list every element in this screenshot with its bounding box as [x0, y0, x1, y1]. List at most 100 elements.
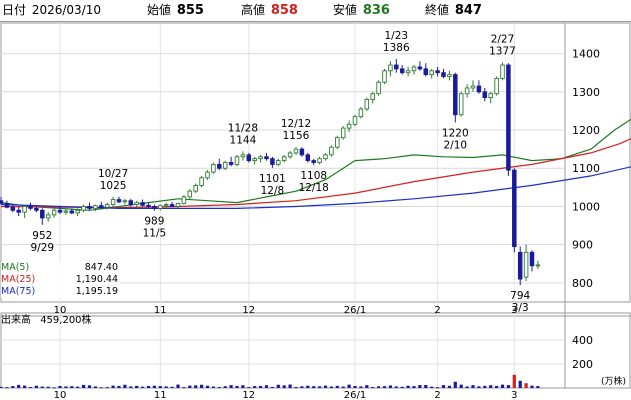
volume-bar: [294, 387, 298, 389]
volume-bar: [170, 386, 174, 388]
volume-bar: [388, 385, 392, 388]
candle-up: [276, 160, 281, 165]
candle-down: [228, 162, 234, 165]
volume-label: 出来高: [1, 315, 31, 326]
candle-down: [10, 206, 16, 211]
volume-bar: [394, 386, 398, 388]
candle-up: [93, 205, 98, 209]
candle-up: [488, 93, 493, 98]
candle-down: [453, 74, 458, 116]
moving-average-legend: MA(5) 847.40 MA(25) 1,190.44 MA(75) 1,19…: [1, 262, 120, 298]
volume-bar: [506, 385, 510, 388]
volume-bar: [253, 386, 257, 388]
volume-bar: [99, 387, 103, 389]
volume-bar: [471, 385, 475, 388]
candle-up: [222, 162, 228, 169]
candle-down: [28, 206, 33, 209]
month-label-bottom: 2: [434, 390, 440, 400]
month-label-bottom: 26/1: [344, 390, 366, 400]
volume-bar: [495, 385, 499, 388]
candle-up: [429, 70, 434, 76]
volume-bar: [512, 374, 516, 388]
volume-bar: [530, 385, 534, 388]
volume-bar: [365, 385, 369, 388]
volume-bar: [34, 385, 38, 388]
low-annotation-date: 11/5: [143, 228, 167, 240]
candle-up: [317, 158, 322, 163]
candle-up: [63, 210, 69, 213]
candle-up: [234, 156, 240, 165]
candle-down: [152, 206, 157, 209]
candle-up: [447, 74, 452, 77]
date-value: 2026/03/10: [31, 3, 102, 17]
volume-bar: [418, 385, 422, 388]
volume-bar: [76, 386, 80, 388]
legend-ma5-label: MA(5): [1, 262, 30, 273]
volume-bar: [5, 387, 9, 389]
candle-down: [264, 156, 269, 160]
volume-bar: [152, 385, 156, 388]
close-item: 終値 847: [425, 3, 482, 18]
volume-bar: [146, 385, 151, 388]
candle-up: [388, 64, 393, 72]
volume-bar: [430, 386, 434, 388]
candle-down: [399, 68, 405, 74]
high-label: 高値: [241, 3, 266, 17]
candle-down: [217, 163, 222, 169]
high-annotation-date: 1/23: [385, 30, 409, 42]
volume-bar: [465, 386, 469, 388]
volume-bar: [276, 384, 280, 388]
candle-up: [163, 204, 169, 207]
open-item: 始値 855: [147, 3, 204, 18]
volume-bar: [87, 385, 92, 388]
volume-bar: [205, 385, 210, 388]
candle-up: [51, 209, 57, 216]
candle-up: [464, 87, 470, 95]
volume-bar: [400, 386, 404, 388]
volume-bar: [182, 387, 186, 389]
candle-up: [376, 81, 381, 95]
candle-up: [193, 184, 198, 192]
close-label: 終値: [425, 3, 450, 17]
volume-bar: [282, 385, 286, 388]
candle-up: [205, 171, 210, 179]
volume-bar: [536, 386, 540, 388]
volume-bar: [347, 384, 351, 388]
candle-up: [199, 177, 204, 186]
volume-bar: [70, 386, 74, 388]
volume-bar: [129, 386, 133, 388]
volume-bar: [382, 386, 387, 388]
candle-down: [299, 148, 305, 156]
candle-down: [4, 202, 10, 208]
volume-bar: [11, 386, 15, 388]
price-tick-label: 1200: [572, 124, 600, 137]
candle-up: [22, 206, 27, 213]
month-label: 2: [434, 305, 440, 316]
candle-down: [394, 64, 399, 70]
low-annotation-date: 3/3: [512, 302, 529, 314]
volume-bar: [447, 385, 451, 388]
low-annotation-value: 794: [510, 290, 530, 302]
volume-value: 459,200株: [40, 315, 92, 326]
candle-up: [104, 204, 110, 208]
volume-bar: [46, 386, 50, 388]
candle-up: [293, 148, 299, 154]
candle-down: [417, 66, 423, 70]
candle-down: [311, 160, 316, 163]
candle-up: [346, 123, 352, 129]
candle-down: [435, 70, 440, 74]
date-label: 日付: [2, 3, 27, 17]
high-item: 高値 858: [241, 3, 298, 18]
stock-chart-screen: 800 900 1000 1100 1200 1300 1400 200 400 10 10 11 11…: [0, 0, 631, 400]
volume-bar: [64, 386, 68, 388]
price-tick-label: 1100: [572, 162, 600, 175]
date-item: 日付 2026/03/10: [2, 3, 101, 18]
candle-down: [99, 205, 104, 208]
candle-up: [211, 163, 216, 173]
volume-panel-frame: [0, 312, 631, 389]
volume-bar: [436, 387, 440, 389]
volume-bar: [377, 386, 381, 388]
volume-bar: [359, 386, 363, 388]
candle-down: [246, 154, 252, 162]
volume-bar: [123, 384, 127, 388]
